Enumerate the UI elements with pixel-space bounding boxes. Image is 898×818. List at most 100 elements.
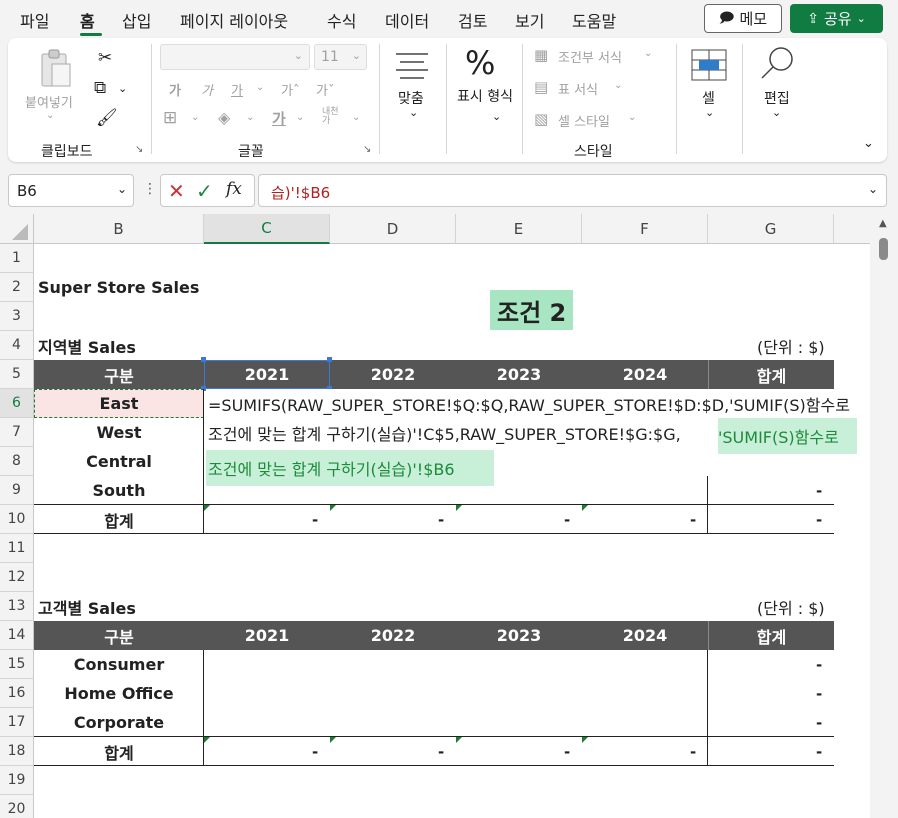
chevron-down-icon[interactable]: ⌄ <box>191 112 199 123</box>
format-painter-icon[interactable]: 🖌 <box>96 108 118 128</box>
customer-header-2022[interactable]: 2022 <box>330 621 456 650</box>
share-button[interactable]: ⇪ 공유 ⌄ <box>790 4 883 33</box>
region-header-total[interactable]: 합계 <box>708 360 834 389</box>
cut-icon[interactable]: ✂ <box>98 48 112 68</box>
row-header-3[interactable]: 3 <box>0 302 34 331</box>
formula-edit-line-2-ref[interactable]: 'SUMIF(S)함수로 <box>718 418 857 454</box>
table-format-button[interactable]: 표 서식 <box>558 79 598 98</box>
region-west-cell[interactable]: West <box>34 418 204 447</box>
fill-color-icon[interactable]: ◈ <box>218 108 230 127</box>
region-section-title[interactable]: 지역별 Sales <box>38 331 136 360</box>
region-header-2024[interactable]: 2024 <box>582 360 708 389</box>
cell-style-button[interactable]: 셀 스타일 <box>558 111 610 130</box>
chevron-down-icon[interactable]: ⌄ <box>492 110 501 123</box>
customer-total-label[interactable]: 합계 <box>34 737 204 766</box>
chevron-down-icon[interactable]: ⌄ <box>644 48 652 59</box>
column-header-d[interactable]: D <box>330 214 456 244</box>
chevron-down-icon[interactable]: ⌄ <box>409 106 418 119</box>
phonetic-icon[interactable]: 내천 가 <box>322 108 339 126</box>
alignment-label[interactable]: 맞춤 <box>398 88 424 108</box>
increase-font-button[interactable]: 가ˆ <box>281 80 299 99</box>
memo-button[interactable]: 🗩 메모 <box>704 4 782 33</box>
menu-page-layout[interactable]: 페이지 레이아웃 <box>180 8 288 32</box>
row-header-14[interactable]: 14 <box>0 621 34 650</box>
region-south-total[interactable]: - <box>816 482 822 500</box>
customer-unit-label[interactable]: (단위 : $) <box>757 592 825 621</box>
row-header-16[interactable]: 16 <box>0 679 34 708</box>
row-header-20[interactable]: 20 <box>0 795 34 818</box>
paste-icon[interactable] <box>38 48 74 90</box>
region-total-2022[interactable]: - <box>438 511 444 529</box>
customer-total-2024[interactable]: - <box>690 743 696 761</box>
region-unit-label[interactable]: (단위 : $) <box>757 331 825 360</box>
row-header-8[interactable]: 8 <box>0 447 34 476</box>
chevron-down-icon[interactable]: ⌄ <box>628 112 636 123</box>
italic-button[interactable]: 가 <box>201 80 213 99</box>
customer-header-2021[interactable]: 2021 <box>204 621 330 650</box>
formula-edit-line-1[interactable]: =SUMIFS(RAW_SUPER_STORE!$Q:$Q,RAW_SUPER_… <box>206 389 850 418</box>
font-size-combo[interactable]: 11 ⌄ <box>314 44 367 70</box>
region-south-cell[interactable]: South <box>34 476 204 505</box>
row-header-19[interactable]: 19 <box>0 766 34 795</box>
formula-edit-line-3[interactable]: 조건에 맞는 합계 구하기(실습)'!$B6 <box>206 450 494 486</box>
menu-view[interactable]: 보기 <box>515 8 544 32</box>
scrollbar-thumb[interactable] <box>879 238 888 260</box>
customer-total-2022[interactable]: - <box>438 743 444 761</box>
region-grand-total[interactable]: - <box>816 511 822 529</box>
conditional-format-button[interactable]: 조건부 서식 <box>558 47 622 66</box>
chevron-down-icon[interactable]: ⌄ <box>772 106 781 119</box>
column-header-e[interactable]: E <box>456 214 582 244</box>
collapse-ribbon-icon[interactable]: ⌄ <box>863 136 874 151</box>
row-header-5[interactable]: 5 <box>0 360 34 389</box>
row-header-13[interactable]: 13 <box>0 592 34 621</box>
bold-button[interactable]: 가 <box>169 80 181 99</box>
menu-formulas[interactable]: 수식 <box>327 8 356 32</box>
chevron-down-icon[interactable]: ⌄ <box>246 112 254 123</box>
column-header-c[interactable]: C <box>204 214 330 244</box>
chevron-down-icon[interactable]: ⌄ <box>705 106 714 119</box>
region-total-2021[interactable]: - <box>312 511 318 529</box>
region-east-cell[interactable]: East <box>34 389 204 418</box>
row-header-18[interactable]: 18 <box>0 737 34 766</box>
chevron-down-icon[interactable]: ⌄ <box>614 80 622 91</box>
region-central-cell[interactable]: Central <box>34 447 204 476</box>
menu-data[interactable]: 데이터 <box>385 8 429 32</box>
font-name-combo[interactable]: ⌄ <box>160 44 310 70</box>
formula-input[interactable]: 습)'!$B6 ⌄ <box>258 174 887 207</box>
consumer-total[interactable]: - <box>816 656 822 674</box>
segment-consumer-cell[interactable]: Consumer <box>34 650 204 679</box>
customer-header-2024[interactable]: 2024 <box>582 621 708 650</box>
row-header-10[interactable]: 10 <box>0 505 34 534</box>
customer-grand-total[interactable]: - <box>816 743 822 761</box>
font-color-icon[interactable]: 가 <box>272 108 286 129</box>
editing-label[interactable]: 편집 <box>764 88 790 108</box>
row-header-9[interactable]: 9 <box>0 476 34 505</box>
column-header-f[interactable]: F <box>582 214 708 244</box>
formula-edit-line-2[interactable]: 조건에 맞는 합계 구하기(실습)'!C$5,RAW_SUPER_STORE!$… <box>206 418 681 447</box>
customer-header-2023[interactable]: 2023 <box>456 621 582 650</box>
region-header-2022[interactable]: 2022 <box>330 360 456 389</box>
paste-dropdown-icon[interactable]: ⌄ <box>46 110 54 121</box>
menu-help[interactable]: 도움말 <box>572 8 616 32</box>
chevron-down-icon[interactable]: ⌄ <box>352 112 360 123</box>
percent-icon[interactable]: % <box>465 44 495 82</box>
scroll-up-icon[interactable]: ▲ <box>879 218 887 229</box>
segment-corporate-cell[interactable]: Corporate <box>34 708 204 737</box>
row-header-1[interactable]: 1 <box>0 244 34 273</box>
number-format-label[interactable]: 표시 형식 <box>457 88 513 106</box>
condition-badge[interactable]: 조건 2 <box>490 290 574 330</box>
more-options-icon[interactable]: ⋮ <box>143 181 157 197</box>
alignment-icon[interactable] <box>392 48 432 84</box>
column-header-h[interactable] <box>834 214 870 244</box>
region-total-2023[interactable]: - <box>564 511 570 529</box>
row-header-2[interactable]: 2 <box>0 273 34 302</box>
region-total-label[interactable]: 합계 <box>34 505 204 534</box>
name-box[interactable]: B6 ⌄ <box>8 174 134 207</box>
expand-formula-icon[interactable]: ⌄ <box>868 182 878 196</box>
row-header-6[interactable]: 6 <box>0 389 34 418</box>
font-launcher-icon[interactable]: ↘ <box>363 144 371 155</box>
customer-header-total[interactable]: 합계 <box>708 621 834 650</box>
menu-review[interactable]: 검토 <box>458 8 487 32</box>
select-all-corner[interactable] <box>0 214 34 244</box>
row-header-12[interactable]: 12 <box>0 563 34 592</box>
